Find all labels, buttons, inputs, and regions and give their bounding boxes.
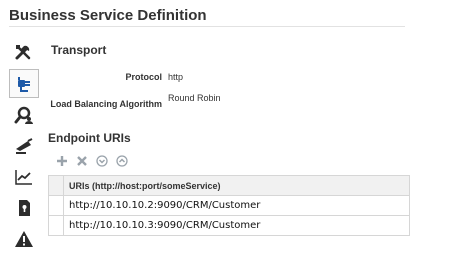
add-icon [57,156,67,166]
transport-tab[interactable] [9,69,39,98]
delete-icon [77,156,87,166]
protocol-label: Protocol [125,72,162,82]
side-toolbar [9,38,41,255]
uri-toolbar [55,154,129,168]
uri-table-header: URIs (http://host:port/someService) [49,176,409,196]
sla-alerts-tab[interactable] [9,162,39,191]
protocol-value: http [168,72,184,82]
security-tab[interactable] [9,193,39,222]
delete-uri-button[interactable] [75,154,89,168]
security-lock-icon [19,199,30,216]
load-balancing-value: Round Robin [168,93,221,103]
load-balancing-label: Load Balancing Algorithm [50,99,162,109]
uri-cell[interactable]: http://10.10.10.3:9090/CRM/Customer [64,220,260,231]
transport-plug-icon [18,76,30,92]
wrench-screwdriver-icon [15,44,31,59]
row-selector[interactable] [49,216,64,235]
row-selector-header [49,176,64,195]
page-title: Business Service Definition [9,7,207,24]
title-divider [9,26,405,27]
uri-table: URIs (http://host:port/someService) http… [48,175,410,236]
move-up-button[interactable] [115,154,129,168]
table-row[interactable]: http://10.10.10.3:9090/CRM/Customer [49,216,409,235]
add-uri-button[interactable] [55,154,69,168]
message-handling-icon [16,137,33,154]
transport-heading: Transport [51,43,107,57]
row-selector[interactable] [49,196,64,215]
move-down-button[interactable] [95,154,109,168]
uri-cell[interactable]: http://10.10.10.2:9090/CRM/Customer [64,200,260,211]
line-chart-icon [15,169,32,185]
configuration-tab[interactable] [9,38,39,67]
table-row[interactable]: http://10.10.10.2:9090/CRM/Customer [49,196,409,216]
operation-selection-tab[interactable] [9,100,39,129]
message-handling-tab[interactable] [9,131,39,160]
move-up-icon [116,155,128,167]
search-person-icon [14,106,33,124]
endpoint-uris-heading: Endpoint URIs [48,131,131,145]
move-down-icon [96,155,108,167]
warnings-tab[interactable] [9,224,39,253]
uri-column-header: URIs (http://host:port/someService) [69,180,221,191]
